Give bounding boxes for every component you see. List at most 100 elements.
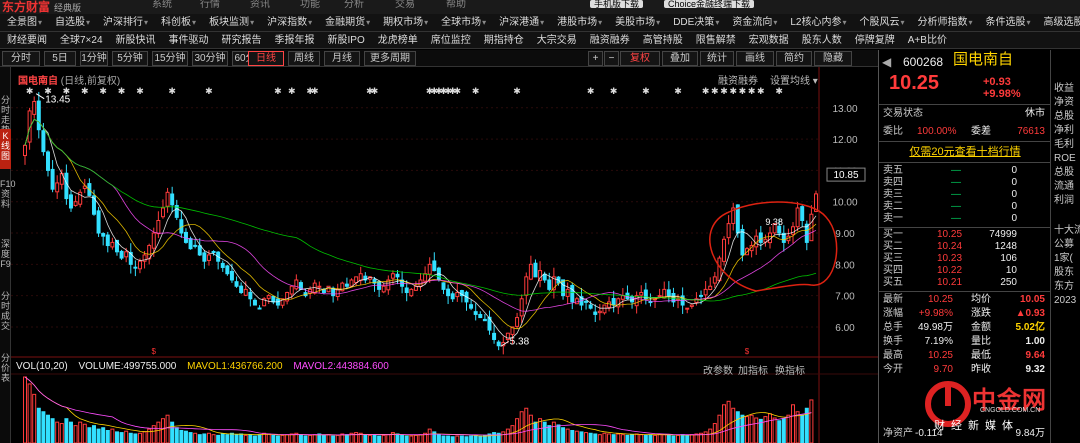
level2-promo-link[interactable]: 仅需20元查看十档行情 (879, 145, 1051, 159)
period-button[interactable]: 更多周期 (364, 51, 416, 66)
period-button[interactable]: 周线 (288, 51, 320, 66)
chart-tool-button[interactable]: 复权 (620, 51, 660, 66)
nav-item-label: 金融期货 (325, 17, 366, 28)
nav-item[interactable]: 新股IPO (321, 32, 371, 48)
f10-item[interactable]: 净利 (1054, 124, 1074, 137)
nav-item[interactable]: 沪深港通▾ (492, 14, 550, 31)
margin-trading-button[interactable]: 融资融券 (718, 72, 758, 87)
nav-item[interactable]: 沪深指数▾ (260, 14, 318, 31)
nav-item[interactable]: 高级选股▾ (1037, 14, 1080, 31)
nav-item[interactable]: 大宗交易 (530, 32, 583, 48)
nav-item[interactable]: 期指持仓 (477, 32, 530, 48)
nav-item[interactable]: DDE决策▾ (666, 14, 725, 31)
view-tab[interactable]: F10资料 (0, 177, 16, 223)
chart-tool-button[interactable]: 统计 (700, 51, 734, 66)
nav-item[interactable]: 全球市场▾ (434, 14, 492, 31)
f10-item[interactable]: 股东 (1054, 266, 1074, 279)
f10-item[interactable]: 十大流 (1054, 224, 1080, 237)
menu-item[interactable]: 帮助 (446, 0, 466, 10)
chart-tool-button[interactable]: 画线 (736, 51, 774, 66)
chart-tool-button[interactable]: 简约 (776, 51, 812, 66)
ma-line (24, 118, 817, 330)
change-params-button[interactable]: 改参数 (703, 362, 733, 377)
view-tab[interactable]: K线图 (0, 129, 11, 169)
nav-item[interactable]: 个股风云▾ (852, 14, 910, 31)
nav-item[interactable]: 美股市场▾ (608, 14, 666, 31)
back-arrow-icon[interactable]: ◀ (882, 55, 891, 69)
chart-tool-button[interactable]: 隐藏 (814, 51, 852, 66)
volume-bar (533, 421, 538, 443)
menu-item[interactable]: 分析 (344, 0, 364, 10)
period-button[interactable]: 5分钟 (112, 51, 148, 66)
chart-tool-button[interactable]: 叠加 (662, 51, 698, 66)
f10-item[interactable]: 东方 (1054, 280, 1074, 293)
nav-item[interactable]: 限售解禁 (689, 32, 742, 48)
nav-item[interactable]: 期权市场▾ (376, 14, 434, 31)
set-ma-button[interactable]: 设置均线 ▾ (770, 72, 818, 87)
nav-item[interactable]: 分析师指数▾ (911, 14, 979, 31)
nav-item[interactable]: 事件驱动 (162, 32, 215, 48)
nav-item[interactable]: 金融期货▾ (318, 14, 376, 31)
volume-bar (436, 434, 441, 443)
nav-item[interactable]: A+B比价 (901, 32, 953, 48)
menu-item[interactable]: 交易 (395, 0, 415, 10)
view-tab[interactable]: 分时成交 (0, 289, 11, 339)
f10-item[interactable]: 2023 (1054, 294, 1076, 307)
nav-item[interactable]: 沪深排行▾ (96, 14, 154, 31)
f10-item[interactable]: 利润 (1054, 194, 1074, 207)
nav-item[interactable]: 龙虎榜单 (371, 32, 424, 48)
menu-item[interactable]: 系统 (152, 0, 172, 10)
nav-item[interactable]: 股东人数 (795, 32, 848, 48)
f10-item[interactable]: 毛利 (1054, 138, 1074, 151)
period-button[interactable]: 30分钟 (192, 51, 228, 66)
menu-item[interactable]: 行情 (200, 0, 220, 10)
nav-item[interactable]: L2核心内参▾ (783, 14, 852, 31)
f10-item[interactable]: 流通 (1054, 180, 1074, 193)
period-button[interactable]: 月线 (324, 51, 360, 66)
chart-tool-button[interactable]: − (604, 51, 619, 66)
nav-item[interactable]: 全景图▾ (0, 14, 48, 31)
view-tab[interactable]: 深度F9 (0, 237, 11, 277)
menu-item[interactable]: 资讯 (250, 0, 270, 10)
period-button[interactable]: 1分钟 (80, 51, 108, 66)
nav-item[interactable]: 新股快讯 (109, 32, 162, 48)
nav-item[interactable]: 财经要闻 (0, 32, 53, 48)
event-marker-icon: ✱ (711, 86, 719, 96)
f10-item[interactable]: 总股 (1054, 110, 1074, 123)
period-button[interactable]: 日线 (248, 51, 284, 66)
nav-item[interactable]: 宏观数据 (742, 32, 795, 48)
view-tab[interactable]: 分时走势 (0, 93, 11, 135)
bid-volume: 10 (1005, 265, 1017, 276)
nav-item[interactable]: 资金流向▾ (725, 14, 783, 31)
period-button[interactable]: 15分钟 (152, 51, 188, 66)
view-tab[interactable]: 分价表 (0, 351, 11, 391)
swap-indicator-button[interactable]: 换指标 (775, 362, 805, 377)
nav-item[interactable]: 全球7×24 (53, 32, 109, 48)
f10-item[interactable]: 总股 (1054, 166, 1074, 179)
f10-item[interactable]: 净资 (1054, 96, 1074, 109)
menu-item[interactable]: 功能 (300, 0, 320, 10)
period-button[interactable]: 5日 (44, 51, 76, 66)
nav-item[interactable]: 研究报告 (215, 32, 268, 48)
f10-item[interactable]: ROE (1054, 152, 1076, 165)
nav-item[interactable]: 席位监控 (424, 32, 477, 48)
nav-item[interactable]: 停牌复牌 (848, 32, 901, 48)
kline-chart[interactable]: 13.0012.0011.0010.009.008.007.006.0010.8… (11, 67, 878, 443)
nav-item[interactable]: 板块监测▾ (202, 14, 260, 31)
nav-item[interactable]: 港股市场▾ (550, 14, 608, 31)
nav-item[interactable]: 自选股▾ (48, 14, 96, 31)
download-pill[interactable]: Choice金融终端下载 (664, 0, 755, 9)
nav-item[interactable]: 条件选股▾ (979, 14, 1037, 31)
f10-item[interactable]: 1家( (1054, 252, 1073, 265)
nav-item[interactable]: 科创板▾ (154, 14, 202, 31)
add-indicator-button[interactable]: 加指标 (738, 362, 768, 377)
f10-item[interactable]: 收益 (1054, 82, 1074, 95)
nav-item[interactable]: 融资融券 (583, 32, 636, 48)
nav-item[interactable]: 季报年报 (268, 32, 321, 48)
download-pill[interactable]: 手机版下载 (590, 0, 644, 9)
period-button[interactable]: 分时 (2, 51, 40, 66)
nav-item[interactable]: 高管持股 (636, 32, 689, 48)
f10-item[interactable]: 公募 (1054, 238, 1074, 251)
chart-tool-button[interactable]: + (588, 51, 603, 66)
candle-body (699, 294, 704, 297)
